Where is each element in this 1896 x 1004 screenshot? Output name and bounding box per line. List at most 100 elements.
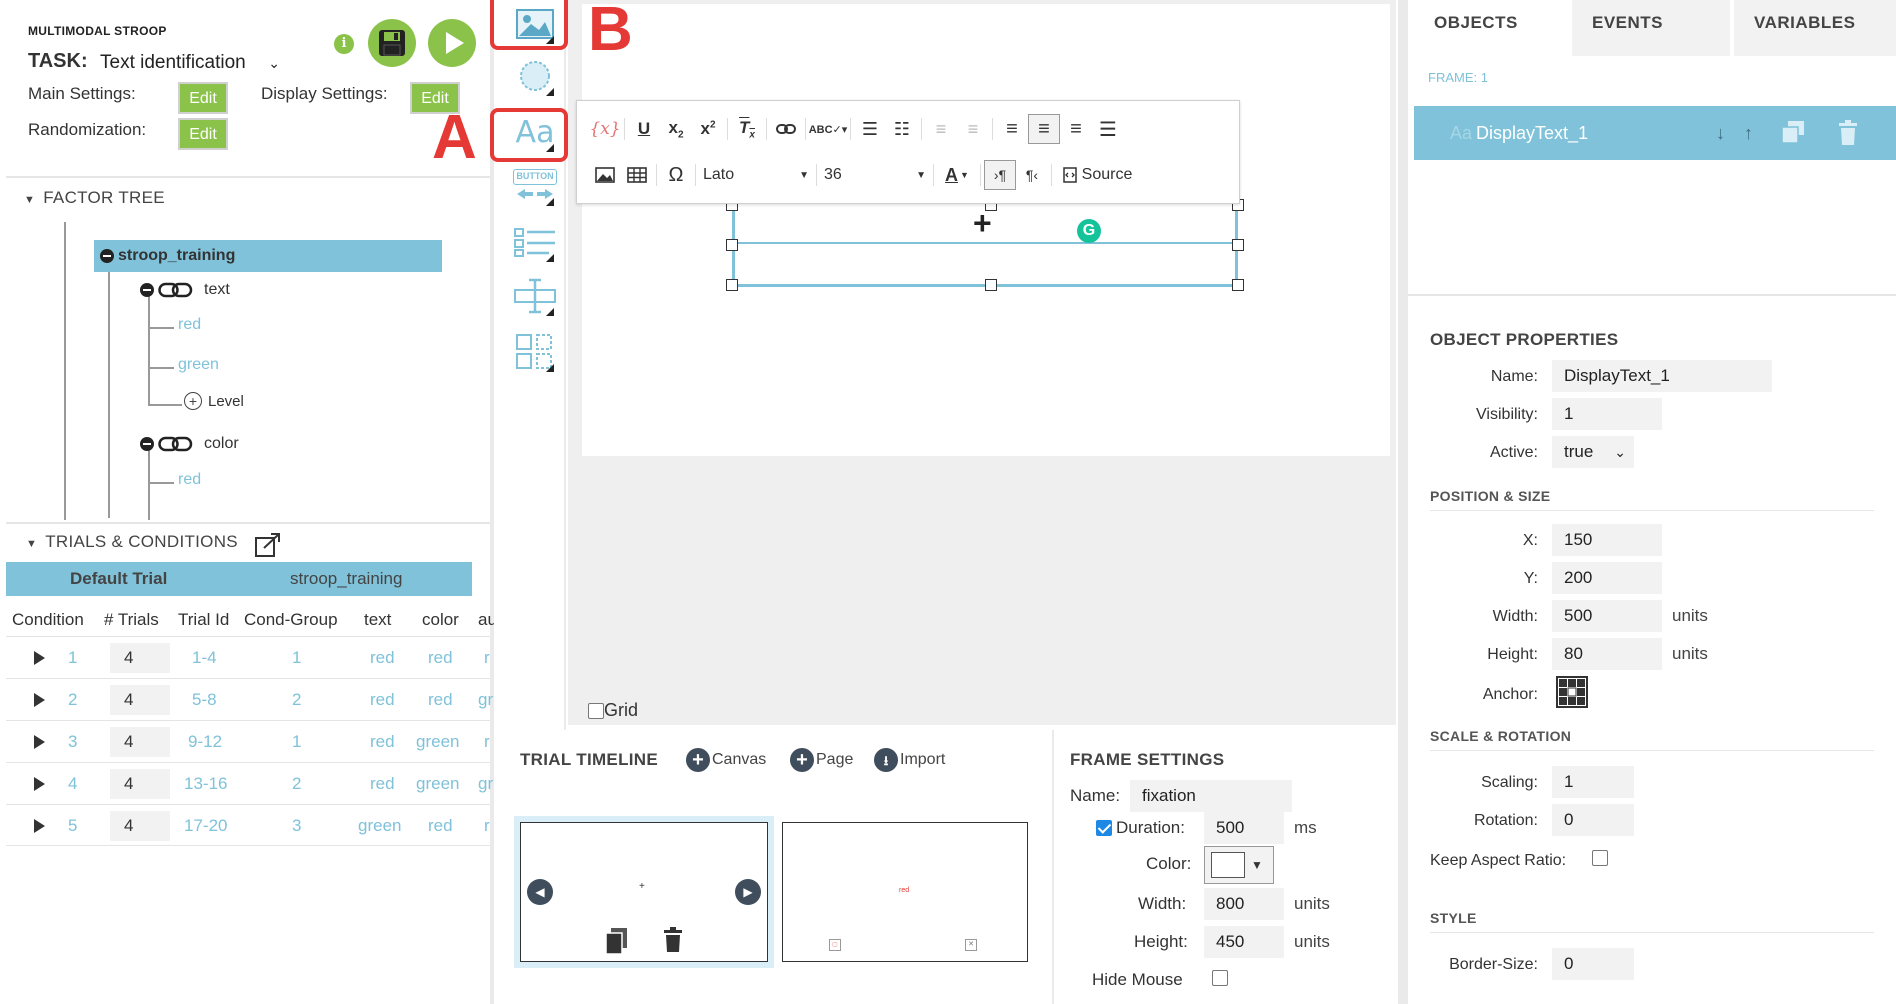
audio-tool[interactable] — [510, 54, 560, 98]
indent-button[interactable]: ≡ — [957, 114, 989, 144]
input-tool[interactable] — [510, 274, 560, 318]
import-button[interactable]: ⭳ Import — [874, 748, 945, 772]
object-list-item[interactable]: Aa DisplayText_1 ↓ ↑ — [1414, 106, 1896, 160]
insert-table-button[interactable] — [621, 160, 653, 190]
grid-checkbox[interactable] — [588, 702, 604, 719]
display-text-object[interactable]: + G — [732, 205, 1238, 287]
tree-node-factor-color[interactable]: color — [140, 435, 239, 453]
trials-count-input[interactable]: 4 — [110, 769, 170, 799]
tab-variables[interactable]: VARIABLES — [1734, 0, 1896, 56]
font-family-select[interactable]: Lato ▼ — [699, 161, 813, 189]
frame-thumbnail-2[interactable]: red ▢ ✕ — [782, 822, 1028, 962]
move-up-icon[interactable]: ↑ — [1744, 123, 1753, 144]
add-level-button[interactable]: + Level — [184, 392, 244, 410]
add-canvas-button[interactable]: + Canvas — [686, 748, 766, 772]
bullet-list-button[interactable]: ☷ — [886, 114, 918, 144]
trials-count-input[interactable]: 4 — [110, 727, 170, 757]
x-input[interactable]: 150 — [1552, 524, 1662, 556]
underline-button[interactable]: U — [628, 114, 660, 144]
resize-handle[interactable] — [1232, 239, 1244, 251]
resize-handle[interactable] — [985, 279, 997, 291]
align-right-button[interactable]: ≡ — [1060, 114, 1092, 144]
insert-variable-button[interactable]: {x} — [589, 114, 621, 144]
spellcheck-button[interactable]: ABC✓▾ — [809, 114, 848, 144]
keep-aspect-checkbox[interactable] — [1592, 850, 1608, 866]
source-button[interactable]: Source — [1055, 160, 1139, 190]
frame-height-input[interactable]: 450 — [1204, 926, 1284, 958]
table-row[interactable]: 3 4 9-12 1 red green r — [6, 720, 490, 762]
trials-count-input[interactable]: 4 — [110, 811, 170, 841]
tree-node-level[interactable]: red — [178, 471, 201, 489]
frame-thumbnail-1[interactable]: + ◀ ▶ — [520, 822, 768, 962]
tree-node-level[interactable]: red — [178, 316, 201, 334]
y-input[interactable]: 200 — [1552, 562, 1662, 594]
text-color-button[interactable]: A ▼ — [937, 160, 977, 190]
save-button[interactable] — [368, 19, 416, 67]
resize-handle[interactable] — [726, 279, 738, 291]
special-character-button[interactable]: Ω — [660, 160, 692, 190]
font-size-select[interactable]: 36 ▼ — [820, 161, 930, 189]
table-row[interactable]: 2 4 5-8 2 red red gr — [6, 678, 493, 720]
superscript-button[interactable]: x2 — [692, 114, 724, 144]
tab-default-trial[interactable]: Default Trial — [70, 562, 167, 596]
trials-count-input[interactable]: 4 — [110, 685, 170, 715]
anchor-grid-icon[interactable] — [1556, 676, 1588, 708]
border-size-input[interactable]: 0 — [1552, 948, 1634, 980]
trials-header[interactable]: ▼ TRIALS & CONDITIONS — [26, 532, 238, 552]
width-input[interactable]: 500 — [1552, 600, 1662, 632]
task-select[interactable]: Text identification ⌄ — [94, 48, 286, 78]
visibility-input[interactable]: 1 — [1552, 398, 1662, 430]
grid-toggle[interactable]: Grid — [588, 700, 638, 721]
active-select[interactable]: true ⌄ — [1552, 436, 1634, 468]
duration-input[interactable]: 500 — [1204, 812, 1284, 844]
ltr-button[interactable]: ›¶ — [984, 160, 1016, 190]
add-page-button[interactable]: + Page — [790, 748, 853, 772]
tab-stroop-training[interactable]: stroop_training — [290, 562, 402, 596]
rotation-input[interactable]: 0 — [1552, 804, 1634, 836]
object-name-input[interactable]: DisplayText_1 — [1552, 360, 1772, 392]
move-right-button[interactable]: ▶ — [735, 879, 761, 905]
table-row[interactable]: 5 4 17-20 3 green red r — [6, 804, 490, 846]
trials-count-input[interactable]: 4 — [110, 643, 170, 673]
frame-width-input[interactable]: 800 — [1204, 888, 1284, 920]
trash-icon[interactable] — [663, 927, 683, 953]
button-tool[interactable]: BUTTON — [510, 164, 560, 208]
external-link-icon[interactable] — [254, 532, 282, 558]
run-button[interactable] — [428, 19, 476, 67]
move-left-button[interactable]: ◀ — [527, 879, 553, 905]
frame-name-input[interactable]: fixation — [1130, 780, 1292, 812]
table-row[interactable]: 4 4 13-16 2 red green gr — [6, 762, 493, 804]
expand-row-icon[interactable] — [34, 735, 45, 749]
trash-icon[interactable] — [1838, 120, 1858, 146]
tree-node-root[interactable]: stroop_training — [94, 240, 442, 272]
tree-node-factor-text[interactable]: text — [140, 281, 230, 299]
align-left-button[interactable]: ≡ — [996, 114, 1028, 144]
subscript-button[interactable]: x2 — [660, 114, 692, 144]
expand-row-icon[interactable] — [34, 693, 45, 707]
duration-checkbox[interactable] — [1096, 820, 1112, 836]
outdent-button[interactable]: ≡ — [925, 114, 957, 144]
main-settings-edit-button[interactable]: Edit — [178, 82, 228, 114]
randomization-edit-button[interactable]: Edit — [178, 118, 228, 150]
select-tool[interactable] — [510, 220, 560, 264]
layout-tool[interactable] — [510, 330, 560, 374]
insert-image-button[interactable] — [589, 160, 621, 190]
tab-events[interactable]: EVENTS — [1572, 0, 1730, 56]
grammarly-icon[interactable]: G — [1077, 219, 1101, 243]
copy-icon[interactable] — [605, 927, 629, 955]
rtl-button[interactable]: ¶‹ — [1016, 160, 1048, 190]
hide-mouse-checkbox[interactable] — [1212, 970, 1228, 986]
resize-handle[interactable] — [726, 239, 738, 251]
duplicate-icon[interactable] — [1780, 120, 1806, 144]
tree-node-level[interactable]: green — [178, 356, 219, 374]
tab-objects[interactable]: OBJECTS — [1414, 0, 1568, 56]
move-down-icon[interactable]: ↓ — [1716, 123, 1725, 144]
expand-row-icon[interactable] — [34, 651, 45, 665]
table-row[interactable]: 1 4 1-4 1 red red r — [6, 636, 490, 678]
info-icon[interactable]: i — [334, 34, 354, 54]
expand-row-icon[interactable] — [34, 819, 45, 833]
expand-row-icon[interactable] — [34, 777, 45, 791]
height-input[interactable]: 80 — [1552, 638, 1662, 670]
align-center-button[interactable]: ≡ — [1028, 114, 1060, 144]
factor-tree-header[interactable]: ▼ FACTOR TREE — [24, 188, 165, 208]
